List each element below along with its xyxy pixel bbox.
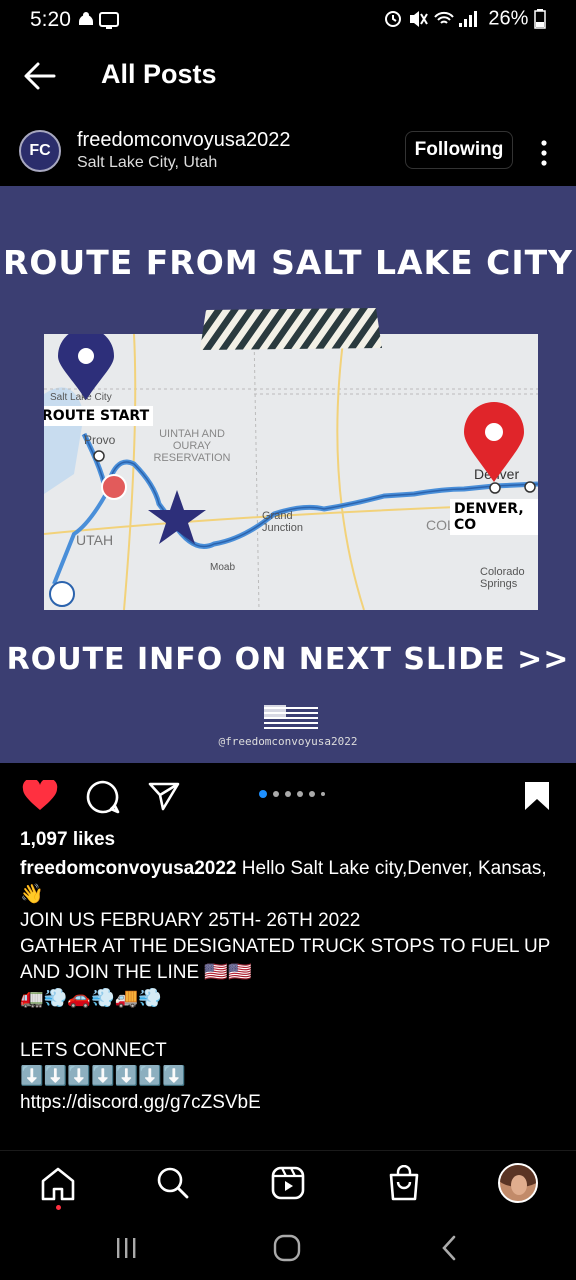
post-header: FC freedomconvoyusa2022 Salt Lake City, …	[0, 110, 576, 186]
notification-icons	[76, 8, 122, 37]
caption-username[interactable]: freedomconvoyusa2022	[20, 858, 237, 879]
comment-icon[interactable]	[86, 780, 120, 814]
avatar-face	[511, 1175, 527, 1195]
heart-icon[interactable]	[22, 780, 58, 812]
home-icon[interactable]	[40, 1167, 76, 1201]
post-image[interactable]: ROUTE FROM SALT LAKE CITY Salt Lake City…	[0, 186, 576, 763]
recents-icon[interactable]	[114, 1236, 138, 1260]
status-time: 5:20	[30, 8, 71, 31]
map-label-grand-junction: Grand Junction	[262, 510, 303, 534]
status-bar: 5:20 26%	[0, 0, 576, 40]
kebab-icon[interactable]	[532, 138, 556, 168]
reels-icon[interactable]	[271, 1166, 305, 1200]
system-nav	[0, 1222, 576, 1280]
system-status-icons	[384, 11, 477, 27]
shop-icon[interactable]	[387, 1165, 421, 1201]
page-title: All Posts	[101, 59, 217, 89]
arrow-left-icon[interactable]	[22, 58, 58, 94]
status-right: 26%	[383, 7, 546, 31]
tape-decoration	[200, 308, 382, 350]
back-icon[interactable]	[440, 1235, 458, 1261]
caption-wave: 👋	[20, 884, 44, 905]
likes-count[interactable]: 1,097 likes	[20, 829, 115, 851]
post-location[interactable]: Salt Lake City, Utah	[77, 154, 217, 172]
end-pin-icon	[464, 402, 524, 482]
profile-avatar[interactable]	[498, 1163, 538, 1203]
post-headline-top: ROUTE FROM SALT LAKE CITY	[2, 243, 574, 282]
map-label-reservation: UINTAH AND OURAY RESERVATION	[153, 428, 231, 464]
notification-icon	[79, 12, 119, 29]
us-flag-icon	[264, 705, 318, 733]
denver-badge: DENVER, CO	[450, 499, 538, 535]
route-start-badge: ROUTE START	[44, 406, 154, 426]
caption-line-1: Hello Salt Lake city,Denver, Kansas,	[241, 858, 547, 879]
caption-arrows: ⬇️⬇️⬇️⬇️⬇️⬇️⬇️	[20, 1066, 186, 1087]
bookmark-icon[interactable]	[523, 780, 551, 812]
bottom-nav	[0, 1150, 576, 1223]
battery-percent: 26%	[488, 7, 529, 30]
battery-icon	[534, 9, 546, 29]
post-caption: freedomconvoyusa2022 Hello Salt Lake cit…	[20, 856, 556, 1116]
avatar[interactable]: FC	[19, 130, 61, 172]
map-label-utah: UTAH	[76, 532, 114, 548]
route-map: Salt Lake City Provo UINTAH AND OURAY RE…	[44, 334, 538, 610]
post-actions	[0, 763, 576, 827]
avatar-initials: FC	[29, 142, 51, 159]
star-icon	[148, 490, 206, 544]
home-button-icon[interactable]	[273, 1234, 301, 1262]
top-bar: All Posts	[0, 40, 576, 110]
map-label-provo: Provo	[84, 433, 116, 447]
home-active-dot	[56, 1205, 61, 1210]
map-label-colorado-springs: Colorado Springs	[480, 566, 525, 590]
post-headline-bottom: ROUTE INFO ON NEXT SLIDE >>	[6, 642, 570, 677]
map-label-moab: Moab	[210, 562, 236, 573]
caption-line-5: LETS CONNECT	[20, 1040, 167, 1061]
send-icon[interactable]	[148, 781, 180, 811]
post-username[interactable]: freedomconvoyusa2022	[77, 129, 290, 152]
start-pin-icon	[58, 334, 114, 400]
watermark-handle: @freedomconvoyusa2022	[218, 735, 358, 748]
caption-line-2: JOIN US FEBRUARY 25TH- 26TH 2022	[20, 910, 361, 931]
search-icon[interactable]	[156, 1166, 190, 1200]
following-button[interactable]: Following	[405, 131, 513, 169]
caption-link[interactable]: https://discord.gg/g7cZSVbE	[20, 1090, 556, 1116]
carousel-dots	[259, 790, 325, 798]
caption-line-3: GATHER AT THE DESIGNATED TRUCK STOPS TO …	[20, 936, 551, 983]
caption-line-4: 🚛💨🚗💨🚚💨	[20, 988, 162, 1009]
